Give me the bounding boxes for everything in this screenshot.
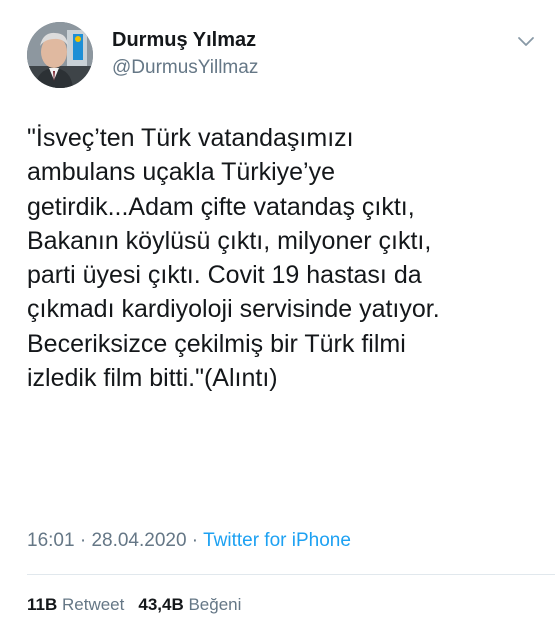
tweet-stats: 11B Retweet 43,4B Beğeni	[27, 594, 241, 616]
tweet-time[interactable]: 16:01	[27, 530, 75, 551]
meta-separator: ·	[186, 530, 204, 551]
tweet-source-link[interactable]: Twitter for iPhone	[203, 530, 351, 551]
likes-count: 43,4B	[138, 595, 184, 614]
tweet-date[interactable]: 28.04.2020	[91, 530, 186, 551]
user-avatar-photo-icon	[27, 22, 93, 88]
tweet-menu-button[interactable]	[515, 30, 537, 52]
retweets-stat[interactable]: 11B Retweet	[27, 595, 124, 614]
meta-separator: ·	[74, 530, 92, 551]
avatar[interactable]	[27, 22, 93, 88]
chevron-down-icon	[518, 37, 534, 46]
tweet-header: Durmuş Yılmaz @DurmusYillmaz	[27, 22, 537, 88]
divider	[27, 574, 555, 575]
tweet-text: "İsveç’ten Türk vatandaşımızı ambulans u…	[27, 124, 440, 393]
retweets-label: Retweet	[61, 595, 125, 614]
likes-label: Beğeni	[188, 595, 242, 614]
author-display-name[interactable]: Durmuş Yılmaz	[112, 28, 258, 52]
author-names: Durmuş Yılmaz @DurmusYillmaz	[112, 28, 258, 80]
tweet-card: Durmuş Yılmaz @DurmusYillmaz "İsveç’ten …	[0, 0, 555, 630]
author-handle[interactable]: @DurmusYillmaz	[112, 56, 258, 80]
likes-stat[interactable]: 43,4B Beğeni	[138, 595, 241, 614]
tweet-meta: 16:01 · 28.04.2020 · Twitter for iPhone	[27, 529, 351, 553]
retweets-count: 11B	[27, 595, 58, 614]
